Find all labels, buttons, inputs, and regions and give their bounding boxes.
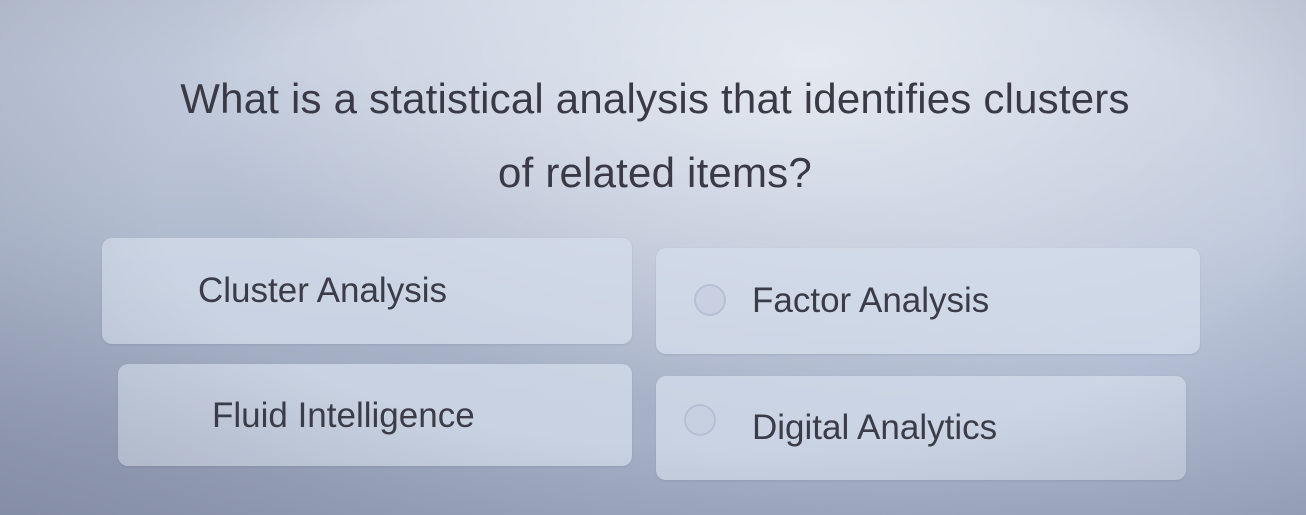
answer-option-cluster-analysis[interactable]: Cluster Analysis [102, 238, 632, 344]
question-line-1: What is a statistical analysis that iden… [180, 75, 1130, 122]
radio-circle-icon[interactable] [684, 404, 716, 436]
answer-option-fluid-intelligence[interactable]: Fluid Intelligence [118, 364, 632, 466]
answer-option-factor-analysis[interactable]: Factor Analysis [656, 248, 1200, 354]
question-text: What is a statistical analysis that iden… [100, 62, 1210, 209]
answer-option-digital-analytics[interactable]: Digital Analytics [656, 376, 1186, 480]
question-line-2: of related items? [498, 148, 812, 196]
answer-option-label: Cluster Analysis [198, 271, 447, 310]
answer-option-label: Digital Analytics [752, 408, 998, 447]
radio-circle-icon[interactable] [694, 284, 726, 316]
answer-option-label: Factor Analysis [752, 281, 990, 320]
answer-option-label: Fluid Intelligence [212, 396, 475, 435]
